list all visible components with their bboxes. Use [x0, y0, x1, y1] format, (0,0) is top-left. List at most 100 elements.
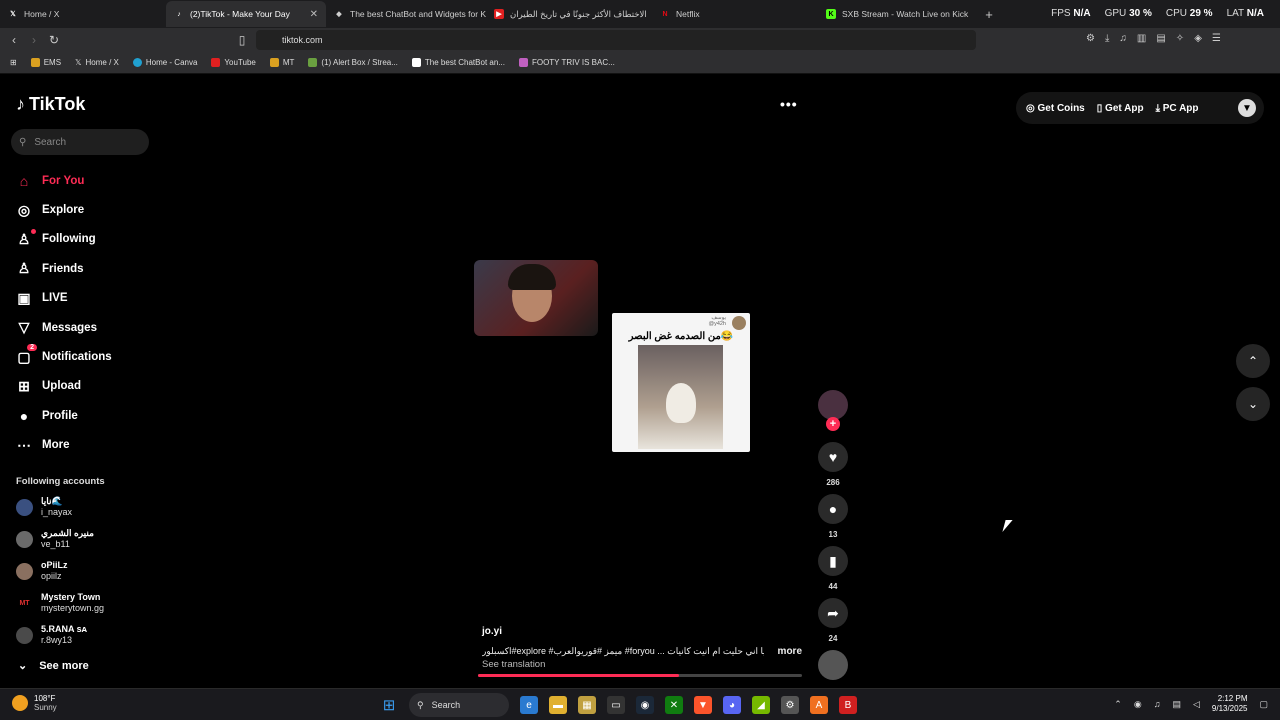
search-placeholder: Search	[34, 136, 67, 148]
url-text: tiktok.com	[282, 35, 323, 45]
following-account[interactable]: نايا🌊 i_nayax	[16, 496, 156, 518]
search-input[interactable]: ⚲ Search	[11, 129, 149, 155]
tiktok-logo[interactable]: ♪ TikTok	[16, 94, 85, 115]
pc-app-button[interactable]: ⤓ PC App	[1156, 103, 1199, 114]
more-link[interactable]: more	[778, 646, 802, 657]
vpn-icon[interactable]: ◈	[1194, 33, 1202, 44]
clock[interactable]: 2:12 PM 9/13/2025	[1212, 694, 1248, 714]
reload-icon[interactable]: ↻	[44, 33, 64, 47]
file-explorer-icon[interactable]: ▬	[549, 696, 567, 714]
save-button[interactable]: ▮	[818, 546, 848, 576]
nav-notifications[interactable]: ▢ 2 Notifications	[16, 342, 112, 371]
tab-youtube[interactable]: ▶ الاختطاف الأكثر جنونًا في تاريخ الطيران	[486, 1, 652, 27]
app-b-icon[interactable]: B	[839, 696, 857, 714]
wallet-icon[interactable]: ▤	[1156, 33, 1165, 44]
tab-home-x[interactable]: 𝕏 Home / X	[0, 1, 166, 27]
sun-icon	[12, 695, 28, 711]
video-post-image[interactable]: يوسف @y42h من الصدمه غض البصر😂	[612, 313, 750, 452]
bookmark-item[interactable]: EMS	[30, 58, 61, 67]
nav-more[interactable]: ⋯ More	[16, 431, 112, 460]
settings-icon[interactable]: ⚙	[781, 696, 799, 714]
nav-profile[interactable]: ● Profile	[16, 401, 112, 430]
see-more-button[interactable]: ⌄ See more	[18, 659, 89, 673]
edge-icon[interactable]: e	[520, 696, 538, 714]
terminal-icon[interactable]: ▭	[607, 696, 625, 714]
music-icon[interactable]: ♫	[1119, 33, 1127, 44]
nav-messages[interactable]: ▽ Messages	[16, 313, 112, 342]
bookmark-item[interactable]: YouTube	[211, 58, 256, 67]
forward-icon[interactable]: ›	[24, 33, 44, 47]
bookmark-item[interactable]: MT	[269, 58, 294, 67]
tab-tiktok[interactable]: ♪ (2)TikTok - Make Your Day ✕	[166, 1, 326, 27]
bookmark-item[interactable]: FOOTY TRIV IS BAC...	[518, 58, 615, 67]
url-field[interactable]: tiktok.com	[256, 30, 976, 50]
nav-following[interactable]: ♙ Following	[16, 225, 112, 254]
avatar	[16, 626, 33, 644]
see-translation-link[interactable]: See translation	[482, 659, 802, 670]
apps-icon[interactable]: ⊞	[10, 58, 17, 67]
taskbar-search[interactable]: ⚲ Search	[409, 693, 509, 717]
tab-netflix[interactable]: N Netflix	[652, 1, 818, 27]
volume-icon[interactable]: ◁	[1193, 699, 1200, 710]
windows-start-icon[interactable]: ⊞	[380, 696, 398, 714]
nav-upload[interactable]: ⊞ Upload	[16, 372, 112, 401]
follow-plus-icon[interactable]: +	[826, 417, 840, 431]
video-username[interactable]: jo.yi	[482, 626, 802, 637]
store-icon[interactable]: ▦	[578, 696, 596, 714]
bookmark-item[interactable]: (1) Alert Box / Strea...	[308, 58, 398, 67]
tray-chevron-icon[interactable]: ⌃	[1114, 699, 1122, 710]
bookmark-item[interactable]: Home - Canva	[132, 58, 197, 67]
tab-chatbot[interactable]: ◆ The best ChatBot and Widgets for Ki	[326, 1, 486, 27]
discord-icon[interactable]: ◕	[723, 696, 741, 714]
menu-icon[interactable]: ☰	[1212, 33, 1221, 44]
taskbar-apps: ⊞ ⚲ Search e ▬ ▦ ▭ ◉ ✕ ▼ ◕ ◢ ⚙ A B	[380, 693, 857, 717]
download-icon[interactable]: ⤓	[1105, 33, 1109, 44]
video-progress-bar[interactable]	[478, 674, 802, 677]
microphone-icon[interactable]: ♫	[1154, 699, 1161, 709]
profile-avatar[interactable]: ▼	[1238, 99, 1256, 117]
app-a-icon[interactable]: A	[810, 696, 828, 714]
brave-icon[interactable]: ▼	[694, 696, 712, 714]
comment-button[interactable]: ●	[818, 494, 848, 524]
tab-kick[interactable]: K SXB Stream - Watch Live on Kick	[818, 1, 978, 27]
close-tab-icon[interactable]: ✕	[310, 9, 318, 20]
following-account[interactable]: MT Mystery Town mysterytown.gg	[16, 592, 156, 614]
nav-friends[interactable]: ♙ Friends	[16, 254, 112, 283]
following-account[interactable]: منيره الشمري ve_b11	[16, 528, 156, 550]
compass-icon: ◎	[17, 201, 31, 218]
bookmark-item[interactable]: 𝕏 Home / X	[75, 58, 119, 67]
like-button[interactable]: ♥	[818, 442, 848, 472]
nvidia-icon[interactable]: ◢	[752, 696, 770, 714]
get-coins-button[interactable]: ◎ Get Coins	[1026, 103, 1085, 114]
bookmark-item[interactable]: The best ChatBot an...	[411, 58, 505, 67]
leo-icon[interactable]: ✧	[1176, 33, 1184, 44]
sidebar-icon[interactable]: ▥	[1137, 33, 1146, 44]
back-icon[interactable]: ‹	[4, 33, 24, 47]
video-options-icon[interactable]: •••	[780, 96, 798, 112]
notifications-icon[interactable]: ▢	[1259, 699, 1268, 710]
nav-live[interactable]: ▣ LIVE	[16, 284, 112, 313]
new-tab-button[interactable]: +	[978, 7, 1000, 22]
account-handle: i_nayax	[41, 507, 73, 517]
get-app-button[interactable]: ▯ Get App	[1097, 103, 1144, 114]
following-account[interactable]: 5.RANA ѕᴀ r.8wy13	[16, 624, 156, 646]
previous-video-button[interactable]: ⌃	[1236, 344, 1270, 378]
cpu-value: 29 %	[1189, 8, 1213, 19]
next-video-button[interactable]: ⌄	[1236, 387, 1270, 421]
creator-avatar[interactable]: +	[818, 390, 848, 431]
network-icon[interactable]: ▤	[1172, 699, 1181, 710]
kick-icon: K	[826, 9, 836, 19]
bookmark-icon[interactable]: ▯	[232, 33, 252, 47]
weather-widget[interactable]: 108°F Sunny	[12, 694, 57, 712]
steam-icon[interactable]: ◉	[636, 696, 654, 714]
share-button[interactable]: ➦	[818, 598, 848, 628]
windows-taskbar: 108°F Sunny ⊞ ⚲ Search e ▬ ▦ ▭ ◉ ✕ ▼ ◕ ◢ ⚙…	[0, 688, 1280, 720]
nav-for-you[interactable]: ⌂ For You	[16, 166, 112, 195]
following-account[interactable]: oPiiLz opiilz	[16, 560, 156, 582]
browser-toolbar-icons: ⚙ ⤓ ♫ ▥ ▤ ✧ ◈ ☰	[1086, 33, 1221, 44]
extensions-icon[interactable]: ⚙	[1086, 33, 1095, 44]
tray-app-icon[interactable]: ◉	[1134, 699, 1142, 710]
music-disc[interactable]	[818, 650, 848, 680]
nav-explore[interactable]: ◎ Explore	[16, 195, 112, 224]
xbox-icon[interactable]: ✕	[665, 696, 683, 714]
